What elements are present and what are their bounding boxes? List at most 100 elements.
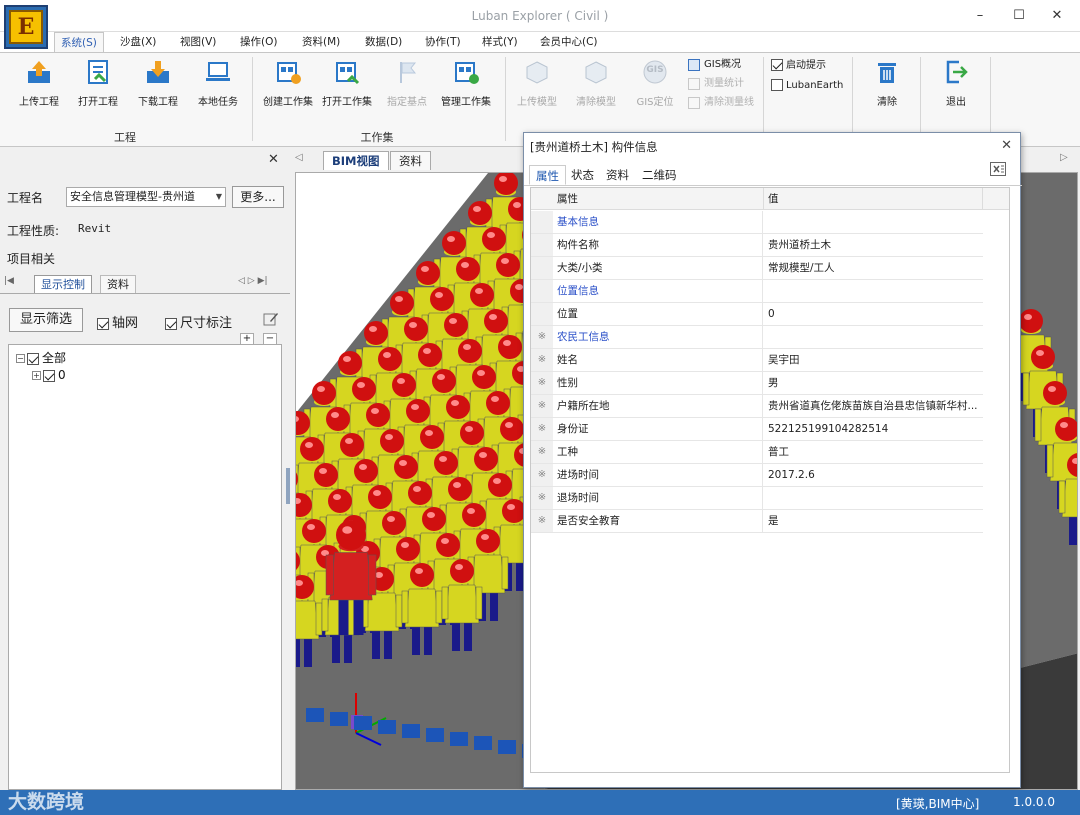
tab-display-control[interactable]: 显示控制 [34,275,92,293]
table-row[interactable]: ※ 性别男 [531,372,983,395]
gis-overview-button[interactable]: GIS概况 [688,57,741,73]
status-bar: 大数跨境 [黄瑛,BIM中心] 1.0.0.0 [0,790,1080,815]
tree-node-root[interactable]: − 全部 [16,349,66,366]
tab-right-arrow-icon[interactable]: ▷ [1060,152,1068,163]
open-project-button[interactable]: 打开工程 [71,59,125,108]
download-project-button[interactable]: 下载工程 [131,59,185,108]
dimension-check[interactable] [165,317,177,330]
clear-model-button[interactable]: 清除模型 [569,59,623,108]
collapse-icon[interactable]: − [16,354,25,363]
open-workset-button[interactable]: 打开工作集 [318,59,376,108]
ribbon-divider [763,57,764,141]
globe-icon: GIS [642,59,668,85]
dialog-tab-attributes[interactable]: 属性 [529,165,566,185]
manage-workset-button[interactable]: 管理工作集 [437,59,495,108]
edit-icon[interactable] [263,311,279,327]
left-panel-close-icon[interactable]: ✕ [268,152,279,167]
table-row[interactable]: ※ 工种 普工 [531,441,983,464]
luban-earth-label: LubanEarth [786,80,844,91]
tree-child-check[interactable] [43,369,55,382]
exit-button[interactable]: 退出 [929,59,983,108]
dialog-tab-qrcode[interactable]: 二维码 [636,165,683,185]
group-workset-label: 工作集 [360,131,394,144]
menu-member[interactable]: 会员中心(C) [534,32,604,52]
first-icon[interactable]: |◀ [4,276,14,286]
window-title: Luban Explorer ( Civil ) [471,9,609,23]
table-row[interactable]: ※ 身份证 522125199104282514 [531,418,983,441]
upload-icon [26,59,52,85]
measure-stats-button[interactable]: 测量统计 [688,76,744,92]
menu-sandbox[interactable]: 沙盘(X) [114,32,162,52]
menu-collab[interactable]: 协作(T) [419,32,467,52]
expand-icon[interactable]: + [32,371,41,380]
tab-left-arrow-icon[interactable]: ◁ [295,152,303,163]
menu-style[interactable]: 样式(Y) [476,32,524,52]
dialog-close-button[interactable]: ✕ [1001,138,1012,153]
axis-net-checkbox[interactable]: 轴网 [97,312,138,331]
table-row[interactable]: ※ 姓名 吴宇田 [531,349,983,372]
project-name-label: 工程名 [7,191,44,205]
tab-nav-arrows-icon[interactable]: ◁ ▷ ▶| [238,276,268,286]
table-row[interactable]: 构件名称 贵州道桥土木 [531,234,983,257]
axis-net-check[interactable] [97,317,109,330]
menu-data[interactable]: 数据(D) [359,32,408,52]
tree-root-check[interactable] [27,352,39,365]
table-row[interactable]: 位置 0 [531,303,983,326]
gis-locate-button[interactable]: GIS GIS定位 [628,59,682,108]
group-project-label: 工程 [114,131,136,144]
startup-tip-check[interactable] [771,59,783,71]
app-logo-button[interactable]: E [4,5,48,49]
attribute-name: 工种 [553,441,763,463]
clear-measure-button[interactable]: 清除测量线 [688,95,754,111]
attribute-value: 2017.2.6 [768,469,815,481]
column-header-attribute[interactable]: 属性 [553,188,764,210]
tab-material[interactable]: 资料 [100,275,136,293]
open-workset-icon [334,59,360,85]
table-row[interactable]: ※ 农民工信息 [531,326,983,349]
table-row[interactable]: 位置信息 [531,280,983,303]
maximize-button[interactable]: ☐ [1009,6,1029,26]
minimize-button[interactable]: – [970,6,990,26]
table-row[interactable]: ※ 户籍所在地 贵州省道真仡佬族苗族自治县忠信镇新华村... [531,395,983,418]
ribbon-divider [852,57,853,141]
table-row[interactable]: ※ 进场时间 2017.2.6 [531,464,983,487]
close-button[interactable]: ✕ [1047,6,1067,26]
table-row[interactable]: 基本信息 [531,211,983,234]
more-button[interactable]: 更多... [232,186,284,208]
startup-tip-checkbox[interactable]: 启动提示 [771,58,826,74]
attribute-value: 522125199104282514 [768,423,889,435]
upload-project-button[interactable]: 上传工程 [12,59,66,108]
tab-view-material[interactable]: 资料 [390,151,431,170]
table-row[interactable]: ※ 是否安全教育是 [531,510,983,533]
tab-divider [0,293,290,294]
gis-icon-text: GIS [646,65,664,75]
project-select[interactable]: 安全信息管理模型-贵州道 ▼ [66,187,226,207]
splitter-handle[interactable] [286,468,290,504]
project-select-value: 安全信息管理模型-贵州道 [70,190,195,203]
luban-earth-check[interactable] [771,79,783,91]
local-task-button[interactable]: 本地任务 [191,59,245,108]
base-point-button[interactable]: 指定基点 [380,59,434,108]
menu-system[interactable]: 系统(S) [54,32,104,52]
manage-workset-label: 管理工作集 [441,97,491,108]
table-row[interactable]: 大类/小类 常规模型/工人 [531,257,983,280]
dimension-checkbox[interactable]: 尺寸标注 [165,312,232,331]
display-filter-button[interactable]: 显示筛选 [9,308,83,332]
menu-view[interactable]: 视图(V) [174,32,222,52]
tree-node-child[interactable]: +0 [32,368,66,382]
attribute-value: 是 [768,515,779,527]
menu-material[interactable]: 资料(M) [296,32,346,52]
ribbon-divider [505,57,506,141]
table-row[interactable]: ※ 退场时间 [531,487,983,510]
tab-bim-view[interactable]: BIM视图 [323,151,389,170]
dialog-tab-material[interactable]: 资料 [600,165,635,185]
exit-icon [943,59,969,85]
dialog-tab-status[interactable]: 状态 [565,165,600,185]
create-workset-button[interactable]: 创建工作集 [259,59,317,108]
export-excel-icon[interactable] [990,162,1006,176]
menu-operate[interactable]: 操作(O) [234,32,283,52]
luban-earth-checkbox[interactable]: LubanEarth [771,78,843,94]
column-header-value[interactable]: 值 [764,188,983,210]
upload-model-button[interactable]: 上传模型 [510,59,564,108]
clear-button[interactable]: 清除 [860,59,914,108]
